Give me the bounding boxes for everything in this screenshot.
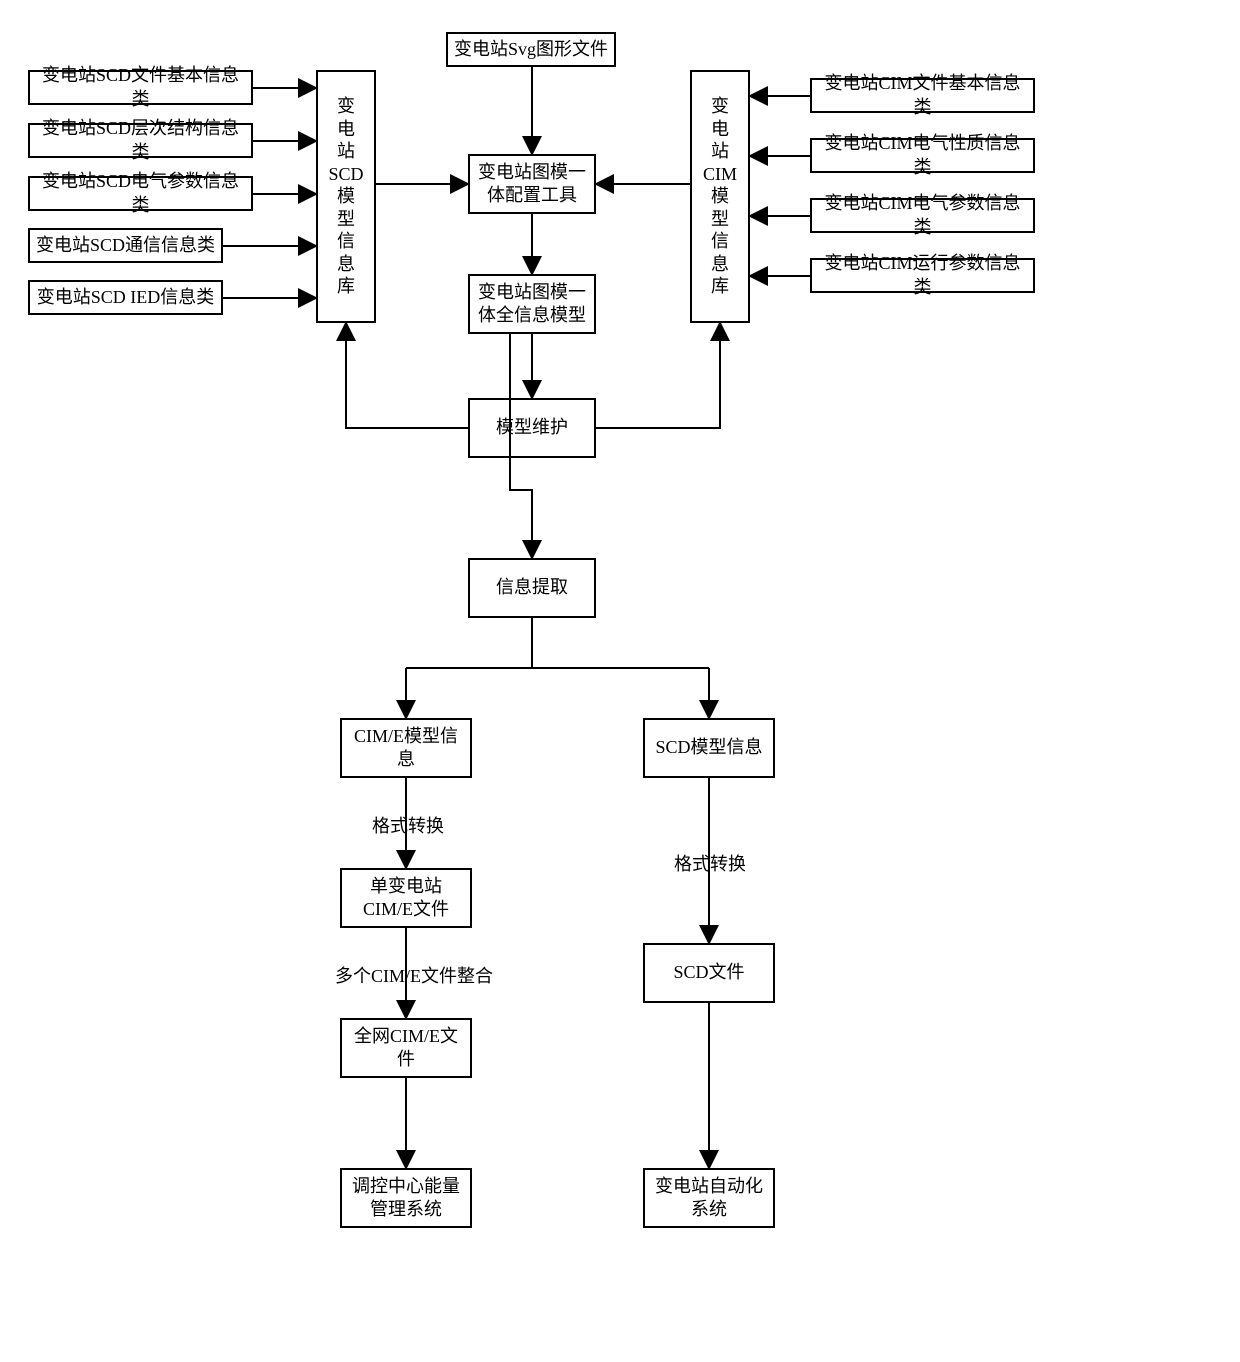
full-info-model: 变电站图模一 体全信息模型 — [468, 274, 596, 334]
scd-input-elec: 变电站SCD电气参数信息类 — [28, 176, 253, 211]
scd-input-ied: 变电站SCD IED信息类 — [28, 280, 223, 315]
scd-file: SCD文件 — [643, 943, 775, 1003]
ems: 调控中心能量 管理系统 — [340, 1168, 472, 1228]
scd-model-info: SCD模型信息 — [643, 718, 775, 778]
model-maintenance: 模型维护 — [468, 398, 596, 458]
label-format-right: 格式转换 — [672, 850, 748, 876]
label-format-left: 格式转换 — [370, 812, 446, 838]
info-extraction: 信息提取 — [468, 558, 596, 618]
full-cime-file: 全网CIM/E文 件 — [340, 1018, 472, 1078]
scd-input-comm: 变电站SCD通信信息类 — [28, 228, 223, 263]
scd-library: 变电站SCD模型信息库 — [316, 70, 376, 323]
config-tool: 变电站图模一 体配置工具 — [468, 154, 596, 214]
cime-model-info: CIM/E模型信 息 — [340, 718, 472, 778]
single-cime-file: 单变电站 CIM/E文件 — [340, 868, 472, 928]
label-merge: 多个CIM/E文件整合 — [333, 962, 495, 988]
cim-input-runtime: 变电站CIM运行参数信息类 — [810, 258, 1035, 293]
cim-input-nature: 变电站CIM电气性质信息类 — [810, 138, 1035, 173]
cim-library: 变电站CIM模型信息库 — [690, 70, 750, 323]
cim-input-basic: 变电站CIM文件基本信息类 — [810, 78, 1035, 113]
scd-input-hierarchy: 变电站SCD层次结构信息类 — [28, 123, 253, 158]
cim-input-elec: 变电站CIM电气参数信息类 — [810, 198, 1035, 233]
svg-file: 变电站Svg图形文件 — [446, 32, 616, 67]
sas: 变电站自动化 系统 — [643, 1168, 775, 1228]
scd-input-basic: 变电站SCD文件基本信息类 — [28, 70, 253, 105]
